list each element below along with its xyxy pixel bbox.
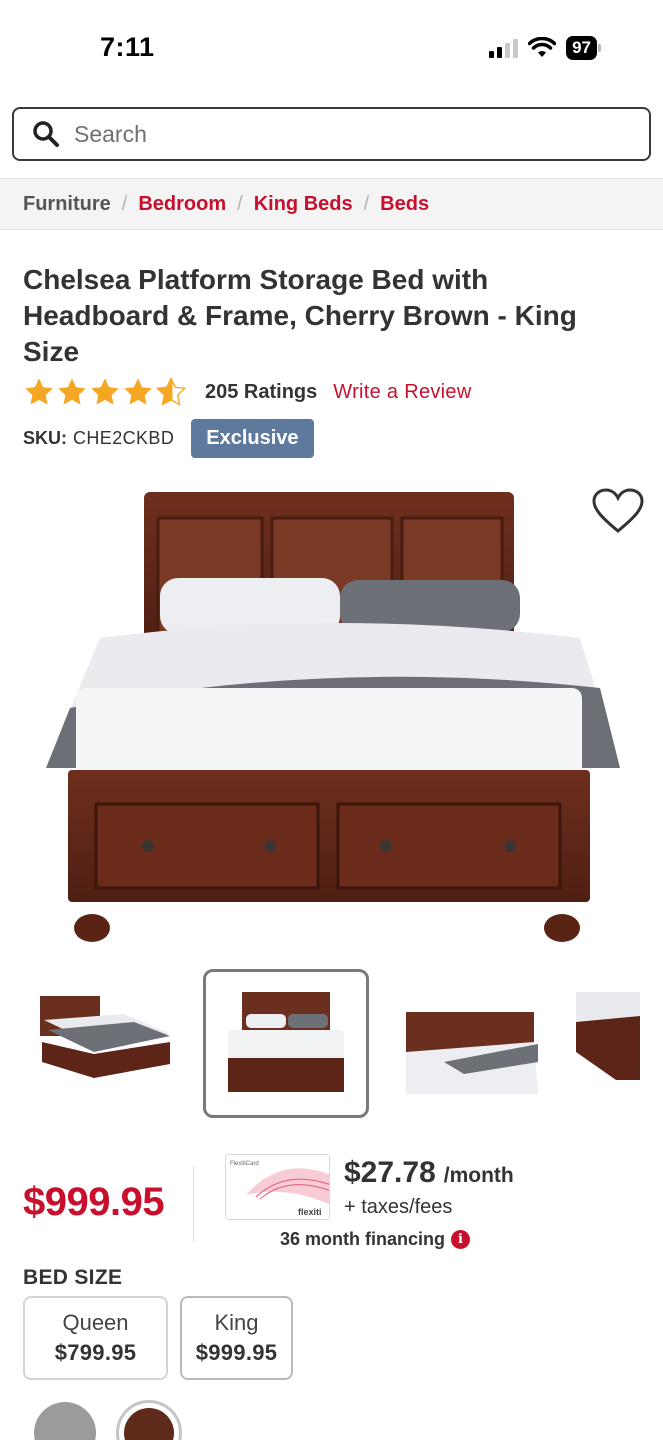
size-option-name: King xyxy=(214,1310,259,1335)
product-title: Chelsea Platform Storage Bed with Headbo… xyxy=(23,264,577,367)
size-option-king[interactable]: King $999.95 xyxy=(180,1296,293,1380)
breadcrumb-separator: / xyxy=(363,192,370,215)
status-time: 7:11 xyxy=(100,32,155,62)
color-swatch-brown-selected[interactable] xyxy=(116,1400,182,1440)
size-option-name: Queen xyxy=(62,1310,129,1335)
star-icon xyxy=(58,378,86,405)
info-icon[interactable]: i xyxy=(451,1230,471,1249)
wifi-icon xyxy=(528,37,557,57)
breadcrumb: Furniture / Bedroom / King Beds / Beds xyxy=(0,178,663,230)
product-thumbnail-selected[interactable] xyxy=(203,969,369,1118)
sku-value: CHE2CKBD xyxy=(73,427,175,448)
star-icon xyxy=(91,378,119,405)
rating-row: 205 Ratings Write a Review xyxy=(23,372,472,412)
breadcrumb-furniture[interactable]: Furniture xyxy=(23,193,111,216)
star-icon xyxy=(25,378,53,405)
star-icon xyxy=(124,378,152,405)
breadcrumb-king-beds[interactable]: King Beds xyxy=(254,193,353,216)
star-rating[interactable] xyxy=(23,376,187,408)
size-option-price: $999.95 xyxy=(195,1340,278,1365)
write-review-link[interactable]: Write a Review xyxy=(333,381,471,404)
thumbnail-image xyxy=(228,992,344,1092)
breadcrumb-separator: / xyxy=(121,192,128,215)
search-bar[interactable] xyxy=(12,107,651,161)
financing-label: 36 month financing xyxy=(280,1229,446,1249)
monthly-amount: $27.78 xyxy=(344,1156,436,1189)
exclusive-badge: Exclusive xyxy=(191,418,314,458)
product-thumbnail[interactable] xyxy=(576,972,640,1116)
product-price: $999.95 xyxy=(23,1180,165,1224)
breadcrumb-bedroom[interactable]: Bedroom xyxy=(138,193,226,216)
monthly-unit: /month xyxy=(443,1164,514,1187)
size-option-price: $799.95 xyxy=(54,1340,137,1365)
financing-info[interactable]: 36 month financing i xyxy=(280,1229,471,1250)
product-thumbnail[interactable] xyxy=(404,972,542,1116)
sku-label: SKU: xyxy=(23,427,67,448)
cellular-signal-icon xyxy=(489,38,519,58)
breadcrumb-beds[interactable]: Beds xyxy=(380,193,429,216)
battery-level: 97 xyxy=(566,36,597,60)
size-option-queen[interactable]: Queen $799.95 xyxy=(23,1296,168,1380)
breadcrumb-separator: / xyxy=(237,192,243,215)
status-bar: 7:11 97 xyxy=(0,0,663,100)
status-icons: 97 xyxy=(489,36,601,60)
card-title: FlexitiCard xyxy=(230,1161,259,1167)
monthly-payment: $27.78 /month xyxy=(344,1156,514,1190)
color-swatch-grey[interactable] xyxy=(34,1402,96,1440)
card-brand: flexiti xyxy=(298,1207,322,1217)
flexiti-card-image[interactable]: FlexitiCard flexiti xyxy=(225,1154,330,1220)
price-divider xyxy=(193,1166,194,1242)
half-star-icon xyxy=(155,376,187,406)
search-icon xyxy=(33,121,59,147)
product-thumbnail[interactable] xyxy=(34,972,176,1116)
search-input[interactable] xyxy=(74,120,574,148)
ratings-count[interactable]: 205 Ratings xyxy=(205,381,317,404)
heart-icon[interactable] xyxy=(591,487,645,535)
taxes-fees-label: + taxes/fees xyxy=(344,1196,453,1218)
battery-icon: 97 xyxy=(566,36,601,60)
product-main-image[interactable] xyxy=(40,488,624,948)
sku-row: SKU: CHE2CKBD Exclusive xyxy=(23,418,314,458)
bed-size-label: BED SIZE xyxy=(23,1266,123,1289)
